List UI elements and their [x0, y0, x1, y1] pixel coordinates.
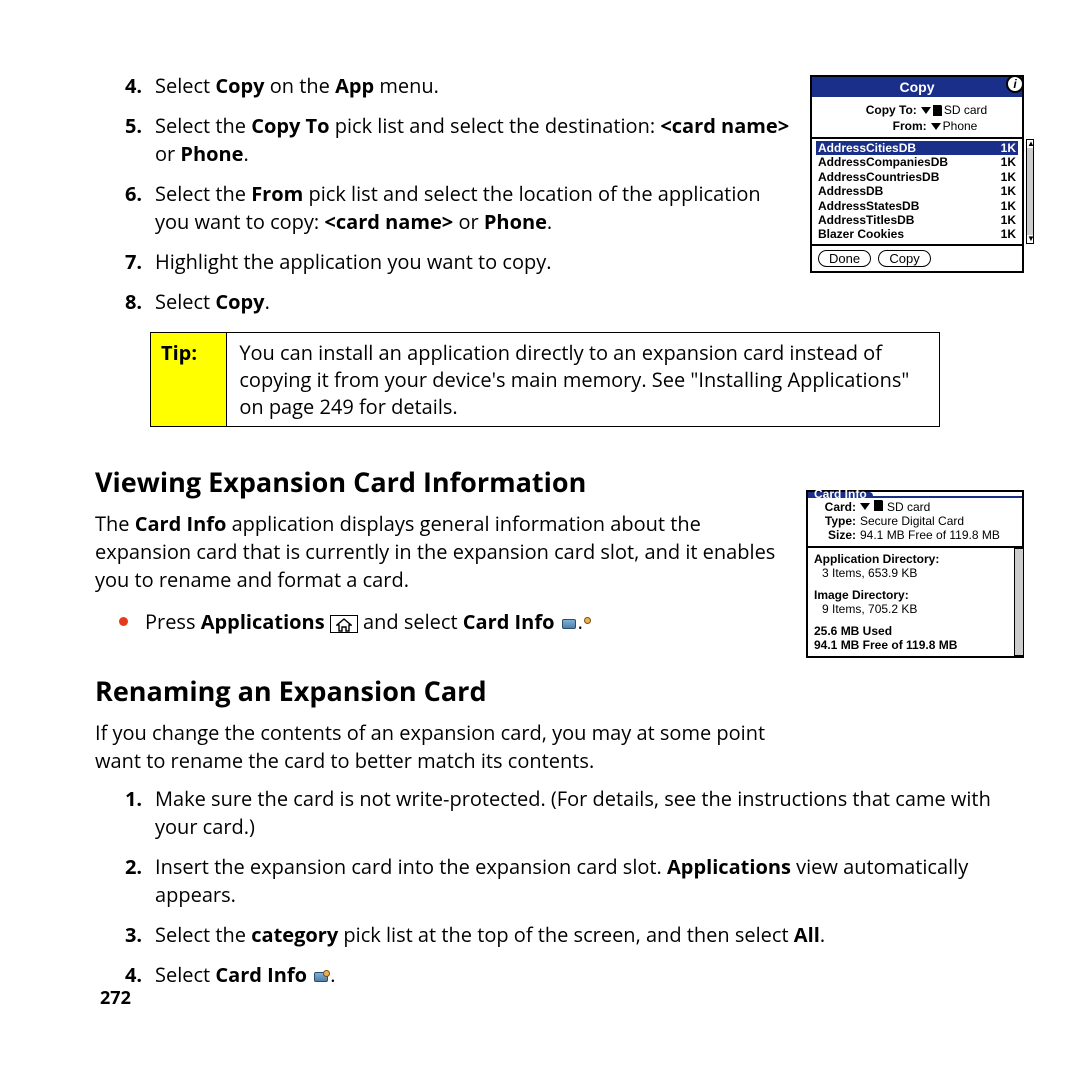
list-item: AddressTitlesDB1K	[816, 213, 1018, 227]
from-label: From:	[857, 119, 927, 133]
list-item: AddressDB1K	[816, 184, 1018, 198]
page-number: 272	[100, 986, 131, 1010]
step-number: 6.	[125, 180, 142, 208]
step-number: 2.	[125, 853, 142, 881]
copy-dialog-title: Copy i	[812, 77, 1022, 97]
heading-renaming: Renaming an Expansion Card	[95, 672, 1015, 709]
list-item: Blazer Cookies1K	[816, 227, 1018, 241]
used-label: 25.6 MB Used	[814, 624, 1016, 638]
tip-label: Tip:	[151, 333, 227, 426]
done-button: Done	[818, 250, 871, 267]
numbered-step: 2.Insert the expansion card into the exp…	[95, 853, 1015, 909]
cardinfo-app-icon	[312, 970, 330, 984]
image-directory-value: 9 Items, 705.2 KB	[814, 602, 1016, 616]
cardinfo-dialog-screenshot: Card Info Card: SD card Type: Secure Dig…	[806, 490, 1024, 658]
copy-to-label: Copy To:	[847, 103, 917, 117]
cardinfo-app-icon	[560, 617, 578, 631]
card-value: SD card	[887, 500, 930, 514]
chevron-down-icon	[931, 123, 941, 130]
copy-dialog-screenshot: Copy i Copy To: SD card From: Phone ▲▼ A…	[810, 75, 1024, 273]
step-number: 1.	[125, 785, 142, 813]
list-item: AddressCompaniesDB1K	[816, 155, 1018, 169]
step-number: 4.	[125, 72, 142, 100]
numbered-step: 5.Select the Copy To pick list and selec…	[95, 112, 795, 168]
card-label: Card:	[814, 500, 856, 514]
numbered-step: 6.Select the From pick list and select t…	[95, 180, 795, 236]
copy-button: Copy	[878, 250, 930, 267]
sd-card-icon	[933, 105, 942, 116]
numbered-step: 3.Select the category pick list at the t…	[95, 921, 1015, 949]
numbered-step: 4.Select Card Info .	[95, 961, 1015, 989]
bullet-dot-icon	[119, 617, 128, 626]
tip-body: You can install an application directly …	[227, 333, 939, 426]
cardinfo-detail-block: Application Directory: 3 Items, 653.9 KB…	[808, 546, 1022, 656]
free-label: 94.1 MB Free of 119.8 MB	[814, 638, 1016, 652]
copy-file-list: ▲▼ AddressCitiesDB1KAddressCompaniesDB1K…	[812, 137, 1022, 244]
copy-to-picklist: SD card	[921, 103, 987, 117]
scrollbar	[1014, 548, 1024, 656]
sd-card-icon	[874, 500, 883, 511]
viewing-body: The Card Info application displays gener…	[95, 510, 785, 594]
numbered-step: 4.Select Copy on the App menu.	[95, 72, 795, 100]
step-number: 5.	[125, 112, 142, 140]
scrollbar: ▲▼	[1026, 139, 1034, 244]
step-number: 4.	[125, 961, 142, 989]
type-label: Type:	[814, 514, 856, 528]
numbered-step: 7.Highlight the application you want to …	[95, 248, 795, 276]
type-value: Secure Digital Card	[860, 514, 964, 528]
step-number: 7.	[125, 248, 142, 276]
cardinfo-title: Card Info	[808, 492, 873, 496]
image-directory-title: Image Directory:	[814, 588, 1016, 602]
info-icon: i	[1006, 75, 1024, 93]
step-number: 8.	[125, 288, 142, 316]
press-applications-step: Press Applications and select Card Info …	[95, 608, 785, 636]
numbered-step: 1.Make sure the card is not write-protec…	[95, 785, 1015, 841]
app-directory-value: 3 Items, 653.9 KB	[814, 566, 1016, 580]
tip-box: Tip: You can install an application dire…	[150, 332, 940, 427]
size-value: 94.1 MB Free of 119.8 MB	[860, 528, 1000, 542]
list-item: AddressCitiesDB1K	[816, 141, 1018, 155]
chevron-down-icon	[921, 107, 931, 114]
list-item: AddressCountriesDB1K	[816, 170, 1018, 184]
chevron-down-icon	[860, 503, 870, 510]
list-item: AddressStatesDB1K	[816, 199, 1018, 213]
numbered-step: 8.Select Copy.	[95, 288, 795, 316]
from-picklist: Phone	[931, 119, 978, 133]
step-number: 3.	[125, 921, 142, 949]
size-label: Size:	[814, 528, 856, 542]
renaming-intro: If you change the contents of an expansi…	[95, 719, 785, 775]
app-directory-title: Application Directory:	[814, 552, 1016, 566]
home-icon	[330, 615, 358, 633]
